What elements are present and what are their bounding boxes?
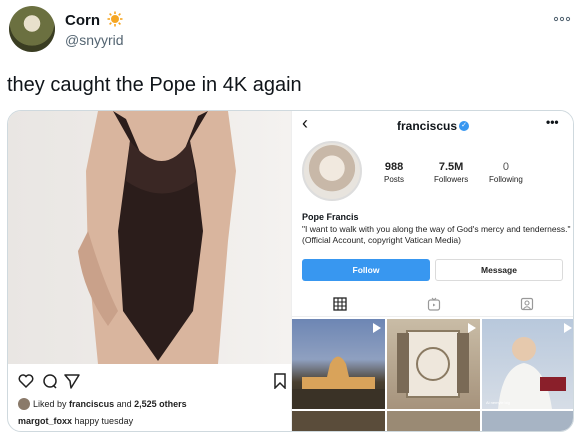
grid-post-pope[interactable]: Ai nemyle’oig bbox=[482, 319, 573, 409]
liked-by-line: Liked by franciscus and 2,525 others bbox=[18, 398, 187, 410]
author-avatar[interactable] bbox=[9, 6, 55, 52]
grid-post-window[interactable] bbox=[387, 319, 480, 409]
igtv-tab-icon[interactable] bbox=[427, 297, 441, 311]
more-options-icon[interactable] bbox=[553, 10, 571, 26]
caption-text: happy tuesday bbox=[74, 416, 134, 426]
sun-badge-icon bbox=[107, 11, 123, 27]
grid-post-basilica[interactable] bbox=[292, 319, 385, 409]
following-stat[interactable]: 0 Following bbox=[489, 161, 523, 184]
video-indicator-icon bbox=[373, 323, 381, 333]
heart-icon[interactable] bbox=[18, 373, 36, 391]
posts-grid: Ai nemyle’oig bbox=[292, 319, 573, 431]
verified-icon: ✓ bbox=[459, 121, 469, 131]
swimsuit-figure-image bbox=[78, 111, 236, 364]
posts-value: 988 bbox=[384, 161, 404, 173]
comment-icon[interactable] bbox=[42, 373, 60, 391]
grid-caption-3: Ai nemyle’oig bbox=[486, 400, 510, 405]
message-button[interactable]: Message bbox=[435, 259, 563, 281]
follow-button[interactable]: Follow bbox=[302, 259, 430, 281]
profile-tabs bbox=[292, 293, 573, 317]
author-handle[interactable]: @snyyrid bbox=[65, 32, 124, 48]
caption-user[interactable]: margot_foxx bbox=[18, 416, 72, 426]
followers-label: Followers bbox=[434, 175, 469, 184]
liker-avatar[interactable] bbox=[18, 398, 30, 410]
profile-avatar[interactable] bbox=[302, 141, 362, 201]
window-image bbox=[397, 330, 469, 398]
grid-tab-icon[interactable] bbox=[333, 297, 347, 311]
video-indicator-icon bbox=[468, 323, 476, 333]
post-caption: margot_foxx happy tuesday bbox=[18, 416, 133, 426]
liked-count[interactable]: 2,525 others bbox=[134, 399, 187, 409]
tweet-text: they caught the Pope in 4K again bbox=[7, 74, 302, 96]
liked-suffix: and bbox=[116, 399, 132, 409]
basilica-image bbox=[292, 356, 385, 409]
share-icon[interactable] bbox=[64, 373, 82, 391]
tagged-tab-icon[interactable] bbox=[520, 297, 534, 311]
grid-post-6[interactable] bbox=[482, 411, 573, 431]
profile-display-name: Pope Francis bbox=[302, 212, 359, 222]
bookmark-icon[interactable] bbox=[272, 373, 290, 391]
followers-value: 7.5M bbox=[438, 161, 464, 173]
liked-prefix: Liked by bbox=[33, 399, 67, 409]
video-indicator-icon bbox=[564, 323, 572, 333]
following-value: 0 bbox=[502, 161, 509, 173]
followers-stat[interactable]: 7.5M Followers bbox=[434, 161, 468, 184]
posts-stat: 988 Posts bbox=[384, 161, 404, 184]
pope-image bbox=[498, 337, 566, 409]
profile-bio: "I want to walk with you along the way o… bbox=[302, 224, 571, 245]
grid-post-5[interactable] bbox=[387, 411, 480, 431]
media-card[interactable]: Liked by franciscus and 2,525 others mar… bbox=[7, 110, 574, 432]
profile-menu-icon[interactable]: ••• bbox=[546, 115, 559, 129]
profile-panel: ‹ franciscus ✓ ••• 988 Posts 7.5M Follow… bbox=[291, 111, 573, 431]
posts-label: Posts bbox=[384, 175, 405, 184]
grid-post-4[interactable] bbox=[292, 411, 385, 431]
profile-username: franciscus bbox=[397, 119, 458, 133]
author-name[interactable]: Corn bbox=[65, 12, 100, 29]
following-label: Following bbox=[489, 175, 523, 184]
post-photo[interactable] bbox=[8, 111, 291, 364]
back-arrow-icon[interactable]: ‹ bbox=[302, 113, 308, 134]
liked-user[interactable]: franciscus bbox=[69, 399, 114, 409]
